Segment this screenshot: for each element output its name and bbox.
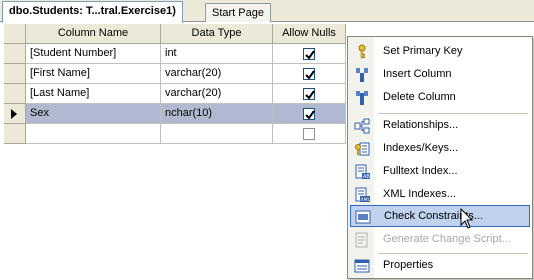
column-name-cell[interactable]: [Last Name] — [26, 84, 161, 104]
table-row[interactable]: [Last Name] varchar(20) — [4, 84, 346, 104]
grid-header-row: Column Name Data Type Allow Nulls — [4, 24, 346, 44]
row-selector[interactable] — [4, 104, 26, 124]
row-selector[interactable] — [4, 124, 26, 144]
header-column-name: Column Name — [26, 24, 161, 44]
allow-nulls-cell — [273, 44, 346, 64]
svg-text:XML: XML — [361, 197, 371, 203]
allow-nulls-cell — [273, 104, 346, 124]
menu-item-fulltext-index[interactable]: AB Fulltext Index... — [350, 161, 530, 183]
row-selector[interactable] — [4, 64, 26, 84]
allow-nulls-cell — [273, 64, 346, 84]
menu-item-relationships[interactable]: Relationships... — [350, 115, 530, 137]
menu-item-label: Fulltext Index... — [383, 165, 458, 177]
data-type-cell[interactable] — [161, 124, 273, 144]
menu-item-label: Insert Column — [383, 68, 452, 80]
tab-start-page[interactable]: Start Page — [205, 3, 271, 22]
column-name-cell[interactable]: [Student Number] — [26, 44, 161, 64]
check-constraints-icon — [355, 210, 371, 224]
delete-column-icon — [356, 91, 368, 105]
allow-nulls-checkbox[interactable] — [303, 108, 315, 120]
column-name-cell[interactable] — [26, 124, 161, 144]
svg-text:AB: AB — [363, 174, 370, 180]
menu-item-set-primary-key[interactable]: Set Primary Key — [350, 41, 530, 63]
menu-item-properties[interactable]: Properties — [350, 255, 530, 277]
allow-nulls-checkbox[interactable] — [303, 88, 315, 100]
xml-indexes-icon: XML — [355, 187, 371, 203]
column-name-cell[interactable]: Sex — [26, 104, 161, 124]
menu-item-label: Relationships... — [383, 119, 459, 131]
relationships-icon — [354, 118, 370, 134]
table-row[interactable]: [First Name] varchar(20) — [4, 64, 346, 84]
data-type-cell[interactable]: int — [161, 44, 273, 64]
current-row-arrow-icon — [11, 109, 17, 119]
column-grid: Column Name Data Type Allow Nulls [Stude… — [4, 24, 346, 144]
menu-item-indexes-keys[interactable]: Indexes/Keys... — [350, 138, 530, 160]
menu-separator — [378, 113, 528, 114]
table-row[interactable]: [Student Number] int — [4, 44, 346, 64]
row-selector[interactable] — [4, 44, 26, 64]
menu-item-label: Properties — [383, 259, 434, 271]
column-name-cell[interactable]: [First Name] — [26, 64, 161, 84]
menu-item-label: Delete Column — [383, 91, 456, 103]
fulltext-index-icon: AB — [355, 164, 370, 180]
header-allow-nulls: Allow Nulls — [273, 24, 346, 44]
table-row-new[interactable] — [4, 124, 346, 144]
menu-item-label: Generate Change Script... — [383, 233, 511, 245]
allow-nulls-checkbox[interactable] — [303, 128, 315, 140]
table-row-selected[interactable]: Sex nchar(10) — [4, 104, 346, 124]
data-type-cell[interactable]: varchar(20) — [161, 84, 273, 104]
key-icon — [358, 44, 366, 59]
menu-item-label: Set Primary Key — [383, 45, 463, 57]
menu-item-label: Indexes/Keys... — [383, 142, 459, 154]
indexes-keys-icon — [355, 142, 370, 156]
menu-separator — [378, 253, 528, 254]
properties-icon — [354, 259, 370, 273]
data-type-cell[interactable]: nchar(10) — [161, 104, 273, 124]
generate-script-icon — [355, 232, 368, 248]
header-corner — [4, 24, 26, 44]
menu-item-generate-change-script[interactable]: Generate Change Script... — [350, 229, 530, 251]
menu-item-delete-column[interactable]: Delete Column — [350, 87, 530, 109]
menu-item-insert-column[interactable]: Insert Column — [350, 64, 530, 86]
context-menu: Set Primary Key Insert Column Delete Col… — [347, 36, 533, 279]
header-data-type: Data Type — [161, 24, 273, 44]
allow-nulls-cell — [273, 124, 346, 144]
table-designer-window: dbo.Students: T...tral.Exercise1) Start … — [0, 0, 534, 280]
tab-students-table[interactable]: dbo.Students: T...tral.Exercise1) — [2, 1, 183, 23]
allow-nulls-cell — [273, 84, 346, 104]
menu-item-xml-indexes[interactable]: XML XML Indexes... — [350, 184, 530, 206]
row-selector[interactable] — [4, 84, 26, 104]
data-type-cell[interactable]: varchar(20) — [161, 64, 273, 84]
insert-column-icon — [356, 68, 368, 82]
document-tab-strip: dbo.Students: T...tral.Exercise1) Start … — [0, 0, 534, 23]
allow-nulls-checkbox[interactable] — [303, 68, 315, 80]
menu-item-label: XML Indexes... — [383, 188, 456, 200]
allow-nulls-checkbox[interactable] — [303, 48, 315, 60]
menu-item-check-constraints[interactable]: Check Constraints... — [350, 205, 530, 227]
mouse-pointer-icon — [460, 208, 474, 229]
